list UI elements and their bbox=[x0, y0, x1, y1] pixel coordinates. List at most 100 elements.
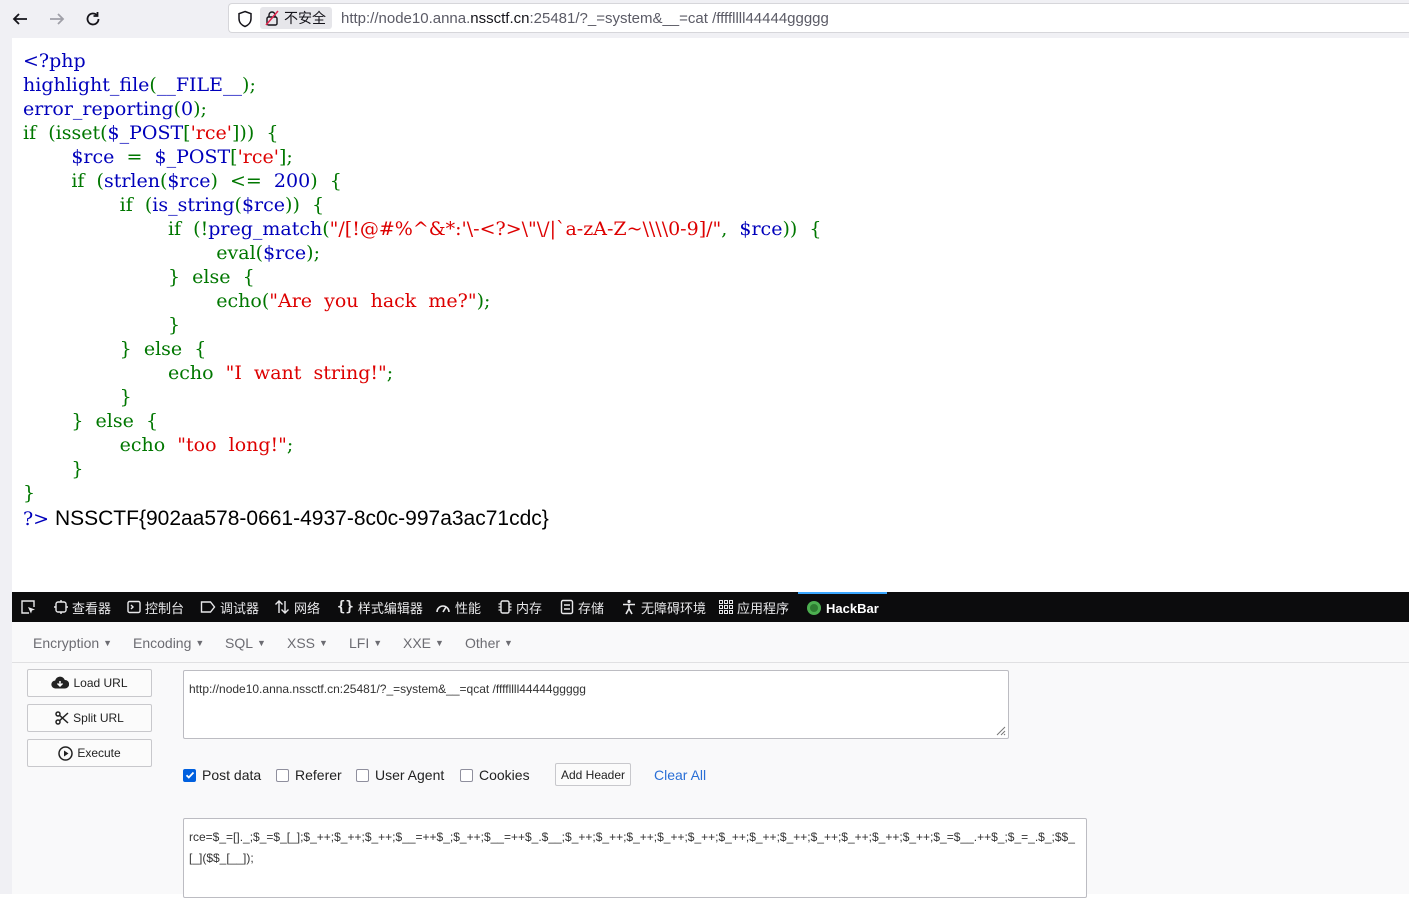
url-suffix: :25481/?_=system&__=cat /ffffllll44444gg… bbox=[529, 10, 829, 27]
tab-style-editor[interactable]: {} 样式编辑器 bbox=[337, 592, 423, 622]
network-icon bbox=[275, 600, 289, 614]
menu-encryption[interactable]: Encryption ▼ bbox=[33, 635, 112, 651]
menu-label: Encoding bbox=[133, 635, 192, 651]
caret-down-icon: ▼ bbox=[257, 638, 266, 648]
forward-button[interactable] bbox=[44, 6, 70, 32]
tab-label: 样式编辑器 bbox=[357, 600, 423, 616]
menu-other[interactable]: Other ▼ bbox=[465, 635, 513, 651]
tab-accessibility[interactable]: 无障碍环境 bbox=[621, 592, 706, 622]
grid-icon bbox=[719, 600, 733, 614]
tab-inspector[interactable]: 查看器 bbox=[54, 592, 111, 622]
tab-label: 调试器 bbox=[220, 600, 260, 616]
menu-xss[interactable]: XSS ▼ bbox=[287, 635, 328, 651]
menu-label: LFI bbox=[349, 635, 370, 651]
arrow-left-icon bbox=[12, 13, 27, 25]
tab-memory[interactable]: 内存 bbox=[498, 592, 542, 622]
play-circle-icon bbox=[58, 745, 74, 761]
cookies-checkbox[interactable] bbox=[460, 768, 473, 782]
element-picker-button[interactable] bbox=[20, 592, 36, 622]
output-line: ?> NSSCTF{902aa578-0661-4937-8c0c-997a3a… bbox=[23, 507, 549, 531]
url-textarea[interactable]: http://node10.anna.nssctf.cn:25481/?_=sy… bbox=[183, 670, 1009, 739]
hackbar-menu-bar: Encryption ▼ Encoding ▼ SQL ▼ XSS ▼ LFI ▼ XXE… bbox=[12, 622, 1409, 663]
insecure-badge[interactable]: 不安全 bbox=[260, 7, 332, 29]
tab-label: 网络 bbox=[294, 600, 321, 616]
debugger-icon bbox=[200, 601, 216, 613]
insecure-lock-icon bbox=[265, 10, 279, 26]
tab-application[interactable]: 应用程序 bbox=[719, 592, 789, 622]
memory-icon bbox=[498, 600, 512, 614]
post-data-option[interactable]: Post data bbox=[183, 767, 261, 783]
option-label: Post data bbox=[202, 767, 262, 783]
post-data-textarea[interactable]: rce=$_=[]._;$_=$_[_];$_++;$_++;$_++;$__=… bbox=[183, 818, 1087, 898]
menu-encoding[interactable]: Encoding ▼ bbox=[133, 635, 204, 651]
caret-down-icon: ▼ bbox=[435, 638, 444, 648]
menu-label: Encryption bbox=[33, 635, 100, 651]
button-label: Load URL bbox=[73, 676, 128, 690]
referer-option[interactable]: Referer bbox=[276, 767, 342, 783]
hackbar-panel: Encryption ▼ Encoding ▼ SQL ▼ XSS ▼ LFI ▼ XXE… bbox=[12, 622, 1409, 898]
inspector-icon bbox=[54, 600, 68, 614]
tab-storage[interactable]: 存储 bbox=[560, 592, 604, 622]
page-content: <?php highlight_file(__FILE__); error_re… bbox=[12, 38, 1409, 592]
browser-toolbar: 不安全 http://node10.anna.nssctf.cn:25481/?… bbox=[0, 0, 1409, 38]
tab-debugger[interactable]: 调试器 bbox=[200, 592, 259, 622]
post-data-checkbox[interactable] bbox=[183, 768, 196, 782]
tab-performance[interactable]: 性能 bbox=[435, 592, 481, 622]
menu-label: Other bbox=[465, 635, 501, 651]
accessibility-icon bbox=[623, 599, 635, 615]
resize-grip-icon[interactable] bbox=[994, 724, 1006, 736]
tab-label: 内存 bbox=[516, 600, 543, 616]
back-button[interactable] bbox=[7, 6, 33, 32]
php-close-tag: ?> bbox=[23, 508, 50, 530]
add-header-button[interactable]: Add Header bbox=[555, 763, 631, 786]
caret-down-icon: ▼ bbox=[319, 638, 328, 648]
menu-label: XSS bbox=[287, 635, 316, 651]
element-picker-icon bbox=[21, 600, 35, 614]
post-data-value: rce=$_=[]._;$_=$_[_];$_++;$_++;$_++;$__=… bbox=[189, 830, 1075, 865]
load-url-button[interactable]: Load URL bbox=[27, 669, 152, 697]
tab-network[interactable]: 网络 bbox=[274, 592, 320, 622]
clear-all-link[interactable]: Clear All bbox=[654, 767, 706, 783]
cookies-option[interactable]: Cookies bbox=[460, 767, 530, 783]
tab-hackbar[interactable]: HackBar bbox=[798, 592, 887, 622]
button-label: Split URL bbox=[73, 711, 124, 725]
option-label: Referer bbox=[295, 767, 342, 783]
tab-label: 存储 bbox=[578, 600, 605, 616]
scissors-icon bbox=[55, 711, 69, 725]
console-icon bbox=[127, 600, 141, 614]
caret-down-icon: ▼ bbox=[373, 638, 383, 648]
reload-button[interactable] bbox=[80, 6, 106, 32]
caret-down-icon: ▼ bbox=[195, 638, 205, 648]
caret-down-icon: ▼ bbox=[103, 638, 113, 648]
performance-icon bbox=[436, 605, 450, 613]
reload-icon bbox=[86, 12, 100, 26]
button-label: Execute bbox=[77, 746, 121, 760]
arrow-right-icon bbox=[50, 13, 65, 25]
address-bar[interactable]: 不安全 http://node10.anna.nssctf.cn:25481/?… bbox=[228, 3, 1409, 33]
tab-label: HackBar bbox=[826, 600, 879, 616]
tab-label: 查看器 bbox=[72, 600, 112, 616]
hackbar-logo-icon bbox=[807, 601, 821, 615]
tab-console[interactable]: 控制台 bbox=[127, 592, 184, 622]
option-label: User Agent bbox=[375, 767, 445, 783]
shield-icon[interactable] bbox=[237, 10, 253, 28]
window-border bbox=[0, 38, 12, 894]
braces-icon: {} bbox=[337, 599, 354, 615]
url-domain: nssctf.cn bbox=[470, 10, 530, 27]
url-text[interactable]: http://node10.anna.nssctf.cn:25481/?_=sy… bbox=[341, 10, 829, 27]
menu-label: SQL bbox=[225, 635, 254, 651]
tab-label: 应用程序 bbox=[737, 600, 790, 616]
url-textarea-value: http://node10.anna.nssctf.cn:25481/?_=sy… bbox=[189, 682, 586, 696]
option-label: Cookies bbox=[479, 767, 530, 783]
menu-sql[interactable]: SQL ▼ bbox=[225, 635, 266, 651]
user-agent-checkbox[interactable] bbox=[356, 768, 369, 782]
menu-xxe[interactable]: XXE ▼ bbox=[403, 635, 444, 651]
referer-checkbox[interactable] bbox=[276, 768, 289, 782]
menu-lfi[interactable]: LFI ▼ bbox=[349, 635, 382, 651]
execute-button[interactable]: Execute bbox=[27, 739, 152, 767]
user-agent-option[interactable]: User Agent bbox=[356, 767, 444, 783]
storage-icon bbox=[560, 599, 574, 615]
tab-label: 性能 bbox=[455, 600, 482, 616]
split-url-button[interactable]: Split URL bbox=[27, 704, 152, 732]
menu-label: XXE bbox=[403, 635, 432, 651]
